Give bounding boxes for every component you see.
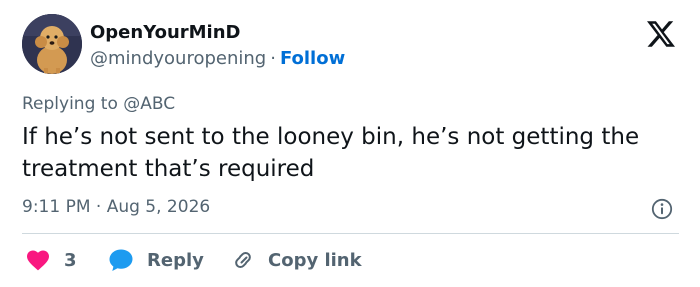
- link-icon: [235, 251, 251, 269]
- replying-to-prefix: Replying to: [22, 94, 118, 114]
- tweet-timestamp[interactable]: 9:11 PM · Aug 5, 2026: [22, 197, 210, 217]
- tweet-card: OpenYourMinD @mindyouropening · Follow Rep…: [0, 0, 700, 287]
- reply-label: Reply: [147, 249, 204, 271]
- author-handle[interactable]: @mindyouropening: [90, 48, 266, 69]
- copy-link-label: Copy link: [268, 249, 362, 271]
- like-button[interactable]: 3: [26, 245, 77, 275]
- copy-link-button[interactable]: Copy link: [230, 245, 362, 275]
- separator-dot: ·: [270, 48, 276, 69]
- reply-bubble-icon: [109, 249, 133, 271]
- action-bar: 3 Reply Copy link: [22, 245, 682, 275]
- heart-icon: [27, 250, 49, 271]
- divider: [22, 233, 679, 234]
- info-icon[interactable]: [651, 198, 673, 220]
- tweet-text: If he’s not sent to the looney bin, he’s…: [22, 124, 640, 182]
- author-name[interactable]: OpenYourMinD: [90, 22, 241, 43]
- like-count: 3: [64, 249, 77, 271]
- replying-to: Replying to @ABC: [22, 94, 175, 114]
- reply-button[interactable]: Reply: [108, 245, 204, 275]
- dog-avatar-icon: [22, 14, 82, 74]
- follow-button[interactable]: Follow: [280, 48, 345, 69]
- x-logo-icon[interactable]: [644, 20, 678, 48]
- replying-to-mention[interactable]: @ABC: [123, 94, 175, 114]
- author-handle-row: @mindyouropening · Follow: [90, 48, 345, 69]
- author-avatar[interactable]: [22, 14, 82, 74]
